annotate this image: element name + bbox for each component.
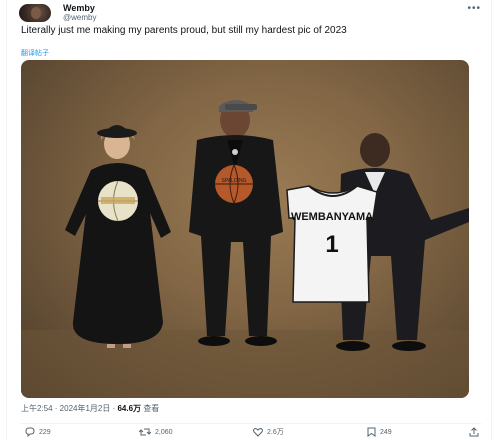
author-handle[interactable]: @wemby bbox=[63, 13, 96, 23]
orange-basketball: SPALDING bbox=[215, 164, 253, 204]
player-figure bbox=[189, 100, 283, 346]
views-count: 64.6万 bbox=[117, 404, 142, 413]
reply-button[interactable]: 229 bbox=[25, 427, 51, 437]
share-icon bbox=[469, 427, 479, 437]
like-count: 2.6万 bbox=[267, 429, 284, 436]
tweet-photo[interactable]: SPALDING WEMBANYAMA 1 bbox=[21, 60, 469, 398]
timestamp[interactable]: 上午2:54 · 2024年1月2日 · bbox=[21, 404, 117, 413]
repost-count: 2,060 bbox=[155, 428, 173, 436]
jersey-number-text: 1 bbox=[325, 231, 338, 258]
photo-illustration: SPALDING WEMBANYAMA 1 bbox=[21, 100, 469, 398]
more-icon[interactable]: ••• bbox=[467, 3, 481, 14]
tweet-meta: 上午2:54 · 2024年1月2日 · 64.6万 查看 bbox=[21, 404, 159, 414]
avatar-face bbox=[31, 7, 41, 19]
bookmark-icon bbox=[367, 427, 376, 437]
ball-brand-text: SPALDING bbox=[222, 178, 247, 184]
bookmark-count: 249 bbox=[380, 428, 392, 436]
bookmark-button[interactable]: 249 bbox=[367, 427, 392, 437]
avatar[interactable] bbox=[19, 4, 51, 22]
repost-button[interactable]: 2,060 bbox=[139, 427, 173, 437]
share-button[interactable] bbox=[469, 427, 483, 437]
tweet-text: Literally just me making my parents prou… bbox=[21, 25, 347, 36]
action-bar: 229 2,060 2.6万 249 bbox=[21, 423, 481, 438]
jersey-name-text: WEMBANYAMA bbox=[291, 211, 373, 223]
repost-icon bbox=[139, 428, 151, 436]
reply-icon bbox=[25, 427, 35, 437]
jersey: WEMBANYAMA 1 bbox=[286, 185, 378, 303]
tweet-card: Wemby @wemby ••• Literally just me makin… bbox=[6, 0, 492, 440]
mother-figure bbox=[65, 125, 171, 348]
reply-count: 229 bbox=[39, 428, 51, 436]
translate-link[interactable]: 翻译帖子 bbox=[21, 48, 49, 58]
like-button[interactable]: 2.6万 bbox=[253, 427, 284, 437]
like-icon bbox=[253, 428, 263, 437]
white-basketball bbox=[98, 180, 138, 222]
author-name[interactable]: Wemby bbox=[63, 3, 95, 13]
views-label: 查看 bbox=[141, 404, 160, 413]
